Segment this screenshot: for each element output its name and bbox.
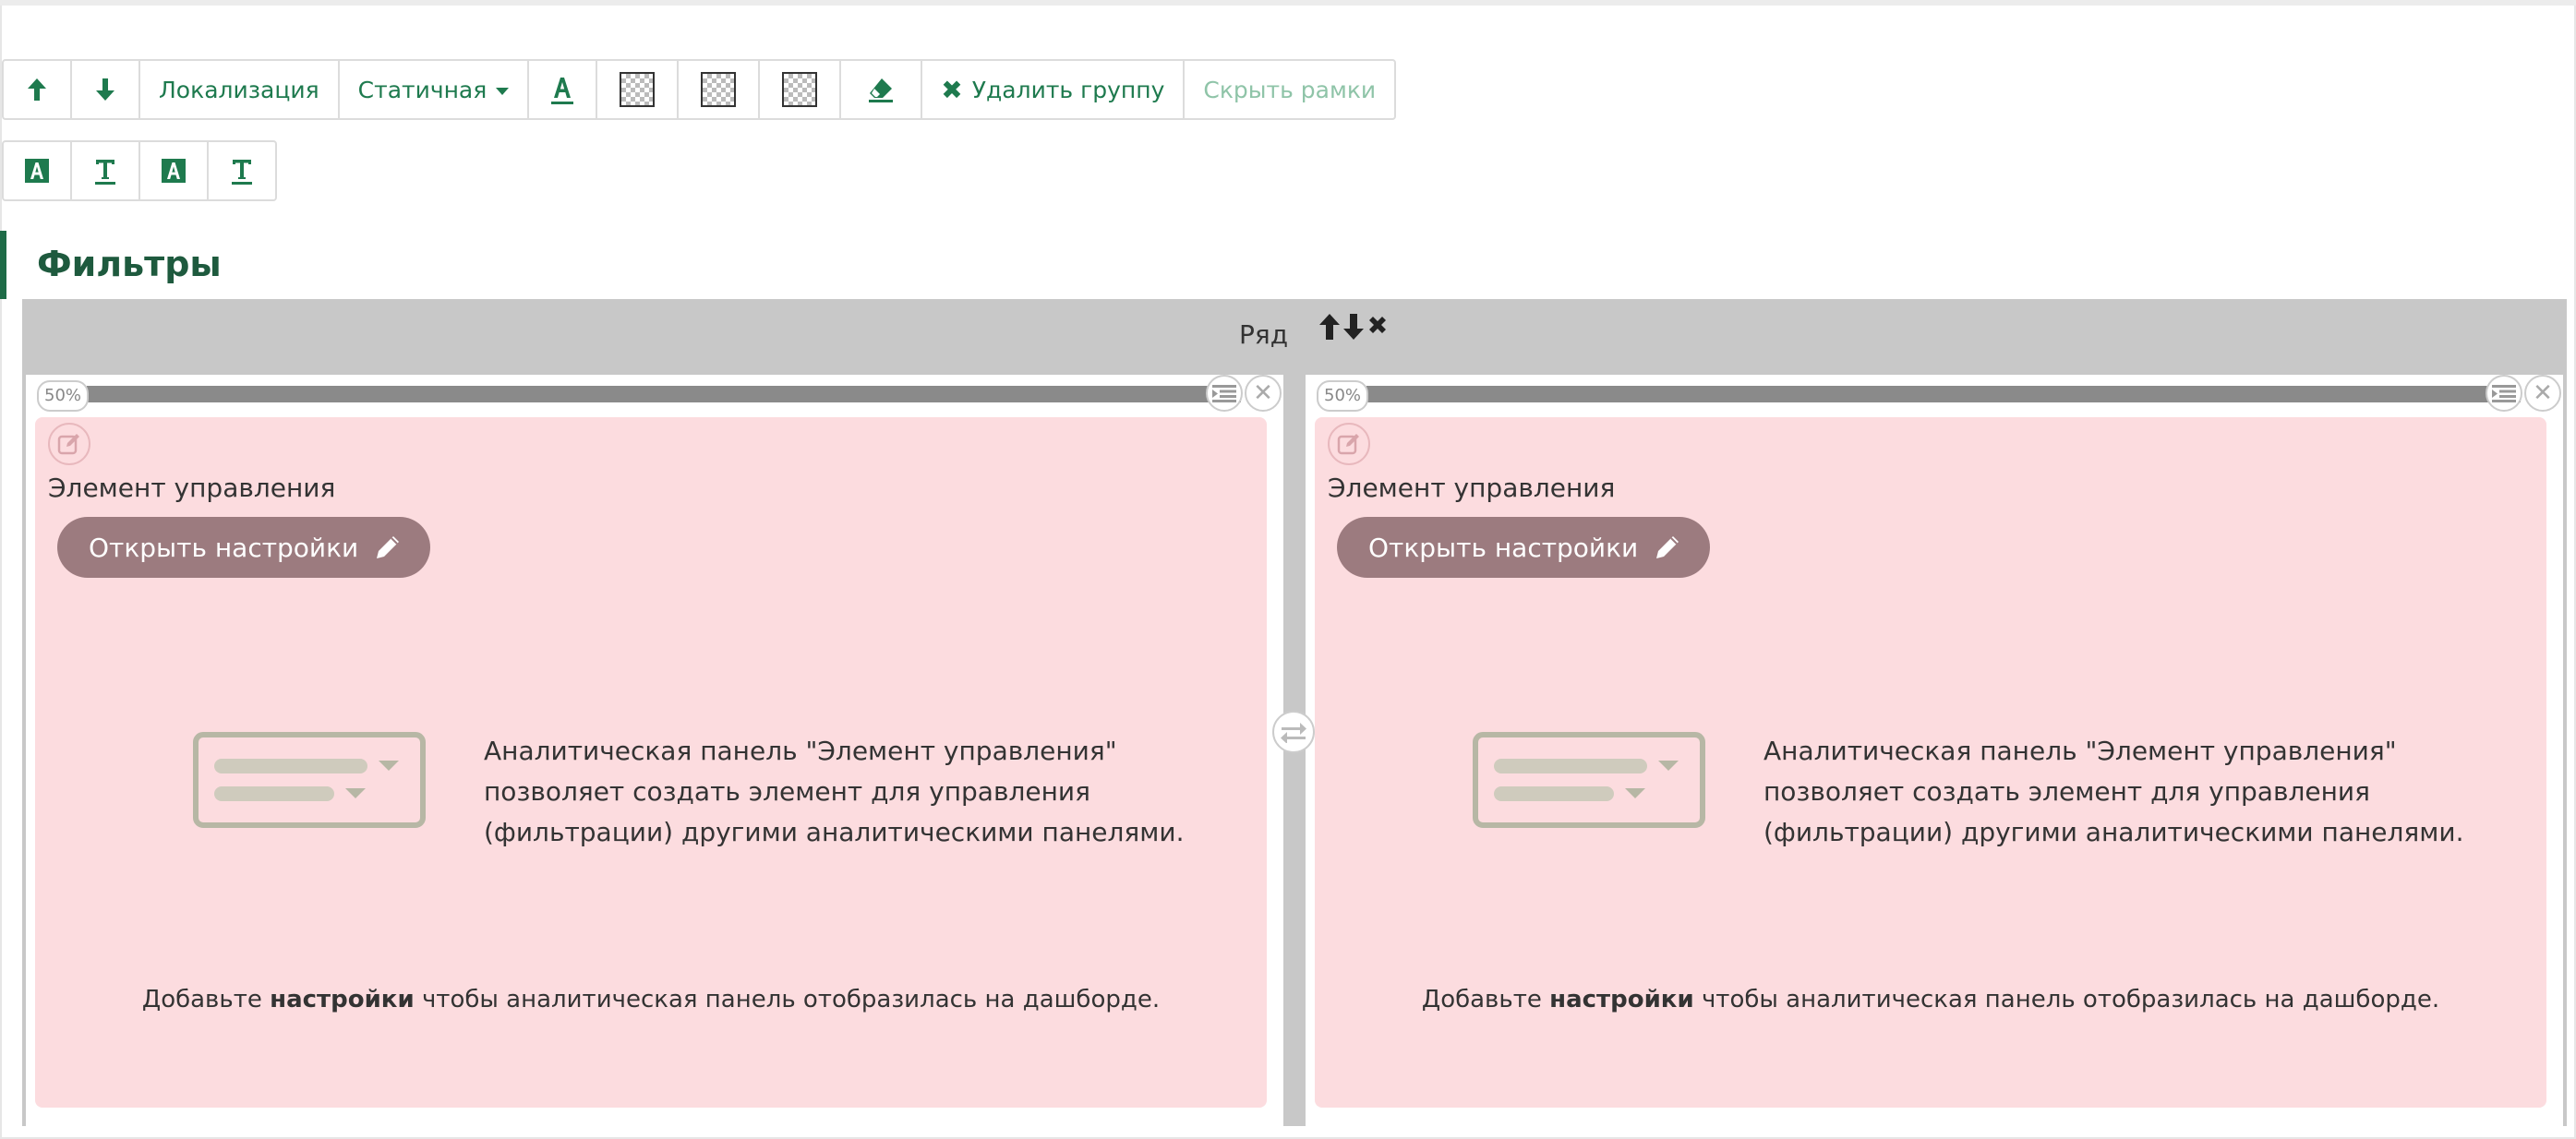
toolbar-text xyxy=(2,140,277,201)
arrow-up-icon xyxy=(28,78,46,101)
text-underline-button-2[interactable] xyxy=(207,140,277,201)
text-background-button-1[interactable] xyxy=(2,140,72,201)
row-move-down-icon[interactable] xyxy=(1342,312,1365,345)
top-border xyxy=(0,0,2576,6)
row-controls xyxy=(1318,312,1389,345)
column-left: 50% ✕ Элемент управления Открыть настрой… xyxy=(26,375,1283,1126)
text-background-icon xyxy=(162,159,186,183)
move-up-button[interactable] xyxy=(2,59,72,120)
list-icon xyxy=(1212,385,1236,402)
column-remove-button[interactable]: ✕ xyxy=(1245,375,1282,412)
toolbar-main: Локализация Статичная ✖ Удалить группу С… xyxy=(2,59,1397,120)
hint-prefix: Добавьте xyxy=(141,986,262,1013)
static-label: Статичная xyxy=(357,76,488,103)
clear-style-button[interactable] xyxy=(839,59,923,120)
text-underline-icon xyxy=(95,160,115,185)
column-width-badge[interactable]: 50% xyxy=(37,380,90,412)
localization-button[interactable]: Локализация xyxy=(138,59,340,120)
column-remove-button[interactable]: ✕ xyxy=(2524,375,2561,412)
transparency-icon xyxy=(782,72,818,107)
hint-settings-link: настройки xyxy=(270,986,415,1013)
control-element-illustration xyxy=(193,732,426,828)
caret-down-icon xyxy=(496,87,510,95)
row-header: Ряд xyxy=(22,299,2567,371)
hint-suffix: чтобы аналитическая панель отобразилась … xyxy=(1701,986,2440,1013)
swap-icon xyxy=(1281,723,1306,743)
column-right: 50% ✕ Элемент управления Открыть настрой… xyxy=(1306,375,2563,1126)
panel-name: Элемент управления xyxy=(1328,473,1616,503)
swap-columns-button[interactable] xyxy=(1272,711,1315,753)
hint-prefix: Добавьте xyxy=(1421,986,1542,1013)
transparency-button-2[interactable] xyxy=(677,59,761,120)
move-down-button[interactable] xyxy=(70,59,140,120)
delete-group-label: Удалить группу xyxy=(971,76,1165,103)
row-move-up-icon[interactable] xyxy=(1318,312,1341,345)
pencil-icon xyxy=(377,536,400,558)
panel-hint: Добавьте настройки чтобы аналитическая п… xyxy=(1315,986,2546,1013)
panel-description: Аналитическая панель "Элемент управления… xyxy=(1763,736,2464,847)
text-background-button-2[interactable] xyxy=(138,140,209,201)
control-element-illustration xyxy=(1473,732,1705,828)
text-underline-button-1[interactable] xyxy=(70,140,140,201)
panel-name: Элемент управления xyxy=(48,473,336,503)
hint-suffix: чтобы аналитическая панель отобразилась … xyxy=(421,986,1161,1013)
list-icon xyxy=(2492,385,2516,402)
section-title: Фильтры xyxy=(37,244,222,284)
eraser-icon xyxy=(869,78,894,102)
static-dropdown[interactable]: Статичная xyxy=(337,59,530,120)
column-settings-button[interactable] xyxy=(2486,375,2522,412)
open-settings-label: Открыть настройки xyxy=(1368,532,1639,563)
hide-borders-button[interactable]: Скрыть рамки xyxy=(1183,59,1397,120)
open-settings-button[interactable]: Открыть настройки xyxy=(1337,517,1711,578)
transparency-icon xyxy=(701,72,737,107)
arrow-down-icon xyxy=(96,78,114,101)
open-settings-label: Открыть настройки xyxy=(89,532,359,563)
row-delete-icon[interactable] xyxy=(1366,312,1389,345)
text-background-icon xyxy=(25,159,49,183)
panel-hint: Добавьте настройки чтобы аналитическая п… xyxy=(35,986,1267,1013)
text-underline-icon xyxy=(232,160,252,185)
open-settings-button[interactable]: Открыть настройки xyxy=(57,517,431,578)
text-color-icon xyxy=(551,78,574,104)
column-width-badge[interactable]: 50% xyxy=(1317,380,1369,412)
close-icon: ✕ xyxy=(2533,379,2553,407)
transparency-button-1[interactable] xyxy=(596,59,680,120)
hide-borders-label: Скрыть рамки xyxy=(1203,76,1377,103)
column-settings-button[interactable] xyxy=(1206,375,1243,412)
edit-icon xyxy=(57,434,79,455)
edit-panel-button[interactable] xyxy=(48,423,90,465)
control-panel: Элемент управления Открыть настройки Ана… xyxy=(1315,417,2546,1108)
pencil-icon xyxy=(1656,536,1679,558)
close-icon: ✕ xyxy=(1253,379,1273,407)
row-label: Ряд xyxy=(1239,319,1289,350)
close-icon: ✖ xyxy=(941,74,963,105)
localization-label: Локализация xyxy=(159,76,319,103)
section-accent-bar xyxy=(0,231,6,299)
transparency-button-3[interactable] xyxy=(758,59,842,120)
control-panel: Элемент управления Открыть настройки Ана… xyxy=(35,417,1267,1108)
panel-description: Аналитическая панель "Элемент управления… xyxy=(484,736,1185,847)
column-resize-bar[interactable] xyxy=(87,386,1241,402)
edit-icon xyxy=(1337,434,1359,455)
text-color-button[interactable] xyxy=(527,59,598,120)
delete-group-button[interactable]: ✖ Удалить группу xyxy=(921,59,1186,120)
column-resize-bar[interactable] xyxy=(1366,386,2521,402)
transparency-icon xyxy=(620,72,656,107)
edit-panel-button[interactable] xyxy=(1328,423,1370,465)
hint-settings-link: настройки xyxy=(1549,986,1694,1013)
